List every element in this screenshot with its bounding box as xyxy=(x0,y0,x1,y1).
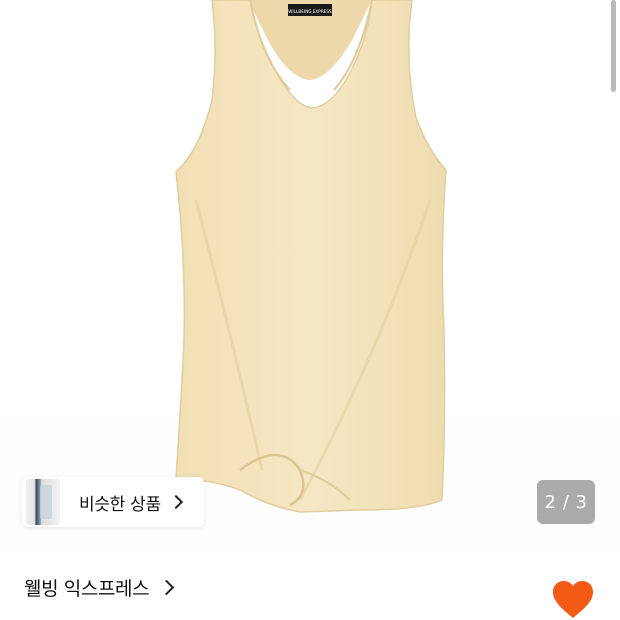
page-counter-text: 2 / 3 xyxy=(544,491,588,513)
similar-products-button[interactable]: 비슷한 상품 xyxy=(22,477,204,527)
product-image[interactable]: WILLBEING EXPRESS xyxy=(0,0,620,548)
tank-top-illustration: WILLBEING EXPRESS xyxy=(175,0,447,513)
similar-product-thumbnail xyxy=(26,479,60,525)
seller-link[interactable]: 웰빙 익스프레스 xyxy=(24,574,175,601)
scrollbar[interactable] xyxy=(611,0,616,92)
image-page-counter: 2 / 3 xyxy=(537,480,595,524)
chevron-right-icon xyxy=(168,494,183,510)
similar-products-label: 비슷한 상품 xyxy=(79,494,161,515)
heart-icon[interactable] xyxy=(552,580,594,620)
seller-name: 웰빙 익스프레스 xyxy=(24,578,150,600)
brand-tag-text: WILLBEING EXPRESS xyxy=(288,9,332,14)
chevron-right-icon xyxy=(158,579,175,596)
